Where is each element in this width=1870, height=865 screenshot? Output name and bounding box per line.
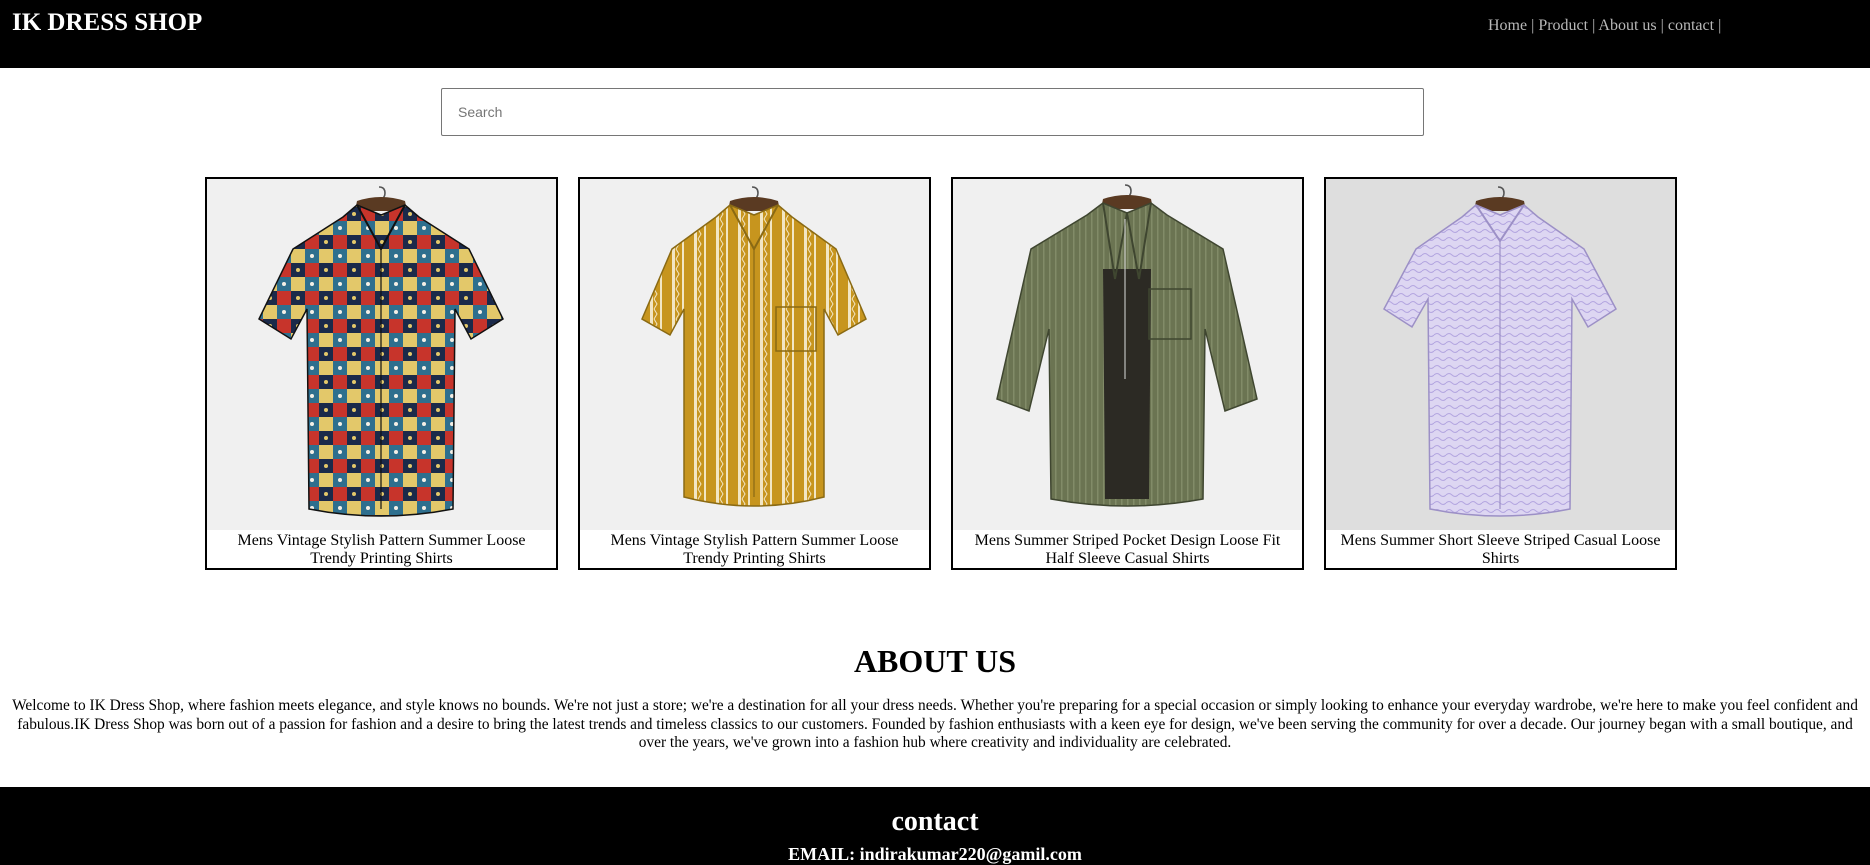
product-card[interactable]: Mens Vintage Stylish Pattern Summer Loos… [205,177,558,570]
contact-title: contact [891,806,979,837]
product-image[interactable] [1326,179,1675,530]
product-card[interactable]: Mens Summer Striped Pocket Design Loose … [951,177,1304,570]
product-image[interactable] [580,179,929,530]
header-bar: IK DRESS SHOP Home | Product | About us … [0,0,1870,68]
product-title[interactable]: Mens Vintage Stylish Pattern Summer Loos… [580,530,929,568]
brand-logo[interactable]: IK DRESS SHOP [12,9,202,37]
about-title: ABOUT US [853,643,1017,679]
nav-product-link[interactable]: Product [1538,17,1588,34]
nav-separator: | [1531,17,1535,34]
nav-about-link[interactable]: About us [1598,17,1656,34]
product-image[interactable] [953,179,1302,530]
search-input[interactable] [441,88,1424,136]
nav-home-link[interactable]: Home [1488,17,1527,34]
lavender-shirt-icon [1383,186,1617,517]
main-nav: Home | Product | About us | contact | [1488,17,1721,35]
about-text: Welcome to IK Dress Shop, where fashion … [12,697,1858,751]
olive-shirt-icon [996,184,1258,507]
product-card[interactable]: Mens Summer Short Sleeve Striped Casual … [1324,177,1677,570]
patchwork-shirt-icon [258,186,504,517]
product-title[interactable]: Mens Summer Short Sleeve Striped Casual … [1326,530,1675,568]
nav-separator: | [1592,17,1596,34]
contact-email: EMAIL: indirakumar220@gamil.com [788,844,1082,864]
nav-contact-link[interactable]: contact [1668,17,1714,34]
product-card[interactable]: Mens Vintage Stylish Pattern Summer Loos… [578,177,931,570]
mustard-shirt-icon [641,186,867,507]
product-title[interactable]: Mens Vintage Stylish Pattern Summer Loos… [207,530,556,568]
product-title[interactable]: Mens Summer Striped Pocket Design Loose … [953,530,1302,568]
product-image[interactable] [207,179,556,530]
contact-footer: contact EMAIL: indirakumar220@gamil.com [0,787,1870,865]
nav-separator: | [1718,17,1722,34]
nav-separator: | [1660,17,1664,34]
